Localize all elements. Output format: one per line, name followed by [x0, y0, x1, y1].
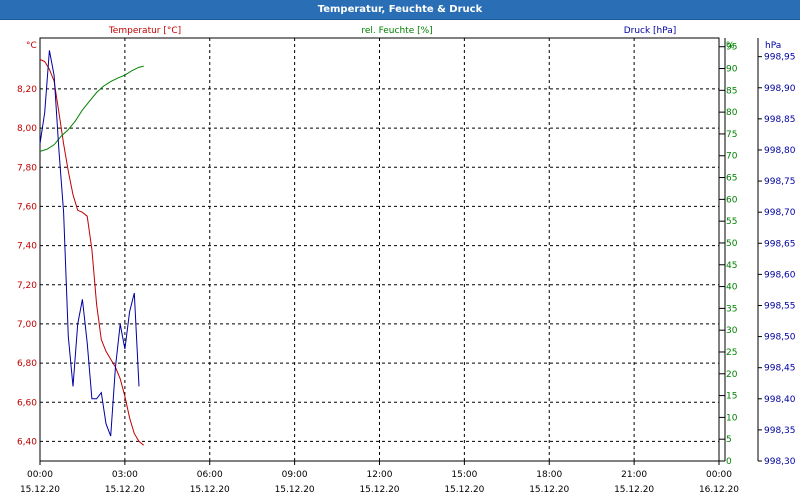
pressure-axis-label: Druck [hPa] [624, 26, 677, 36]
pressure-tick-label: 998,55 [764, 301, 796, 311]
humidity-tick-label: 30 [726, 326, 738, 336]
x-tick-label-date: 15.12.20 [20, 485, 60, 495]
x-tick-label-time: 00:00 [706, 470, 732, 480]
temperature-tick-label: 7,80 [17, 163, 37, 173]
humidity-tick-label: 85 [726, 86, 737, 96]
humidity-tick-label: 80 [726, 108, 738, 118]
line-chart: 00:00 15.12.20 03:00 15.12.20 06:00 15.12.20 0… [17, 26, 796, 495]
x-tick-label-date: 15.12.20 [275, 485, 315, 495]
temperature-tick-label: 7,20 [17, 281, 37, 291]
x-tick-label-time: 12:00 [367, 470, 393, 480]
humidity-tick-label: 0 [726, 457, 732, 467]
temperature-unit: °C [26, 41, 37, 51]
temperature-tick-label: 7,60 [17, 202, 37, 212]
x-tick-label-time: 06:00 [197, 470, 223, 480]
pressure-tick-label: 998,35 [764, 426, 796, 436]
x-tick-label-time: 03:00 [112, 470, 138, 480]
pressure-tick-label: 998,70 [764, 208, 796, 218]
x-tick-label-time: 00:00 [27, 470, 53, 480]
x-tick-label-date: 15.12.20 [529, 485, 569, 495]
x-tick-label-time: 15:00 [451, 470, 477, 480]
temperature-tick-label: 7,40 [17, 242, 37, 252]
temperature-tick-label: 6,80 [17, 359, 37, 369]
temperature-tick-label: 8,00 [17, 124, 37, 134]
humidity-tick-label: 75 [726, 130, 737, 140]
x-tick-label-time: 18:00 [536, 470, 562, 480]
humidity-tick-label: 15 [726, 392, 737, 402]
humidity-tick-label: 90 [726, 65, 738, 75]
pressure-tick-label: 998,65 [764, 239, 796, 249]
pressure-tick-label: 998,60 [764, 270, 796, 280]
humidity-tick-label: 70 [726, 152, 738, 162]
humidity-tick-label: 45 [726, 261, 737, 271]
temperature-axis-label: Temperatur [°C] [108, 26, 181, 36]
pressure-tick-label: 998,50 [764, 333, 796, 343]
x-tick-label-date: 15.12.20 [105, 485, 145, 495]
pressure-tick-label: 998,90 [764, 84, 796, 94]
x-tick-label-time: 21:00 [621, 470, 647, 480]
pressure-tick-label: 998,75 [764, 177, 796, 187]
humidity-axis-label: rel. Feuchte [%] [361, 26, 432, 36]
pressure-tick-label: 998,45 [764, 364, 796, 374]
humidity-tick-label: 5 [726, 435, 732, 445]
temperature-tick-label: 6,60 [17, 398, 37, 408]
pressure-tick-label: 998,95 [764, 53, 796, 63]
humidity-tick-label: 10 [726, 413, 738, 423]
humidity-tick-label: 40 [726, 283, 738, 293]
x-tick-label-time: 09:00 [282, 470, 308, 480]
pressure-tick-label: 998,40 [764, 395, 796, 405]
temperature-tick-label: 6,40 [17, 437, 37, 447]
x-tick-label-date: 15.12.20 [444, 485, 484, 495]
x-tick-label-date: 15.12.20 [190, 485, 230, 495]
temperature-tick-label: 7,00 [17, 320, 37, 330]
humidity-tick-label: 20 [726, 370, 738, 380]
pressure-unit: hPa [765, 41, 781, 51]
humidity-tick-label: 95 [726, 43, 737, 53]
pressure-tick-label: 998,80 [764, 146, 796, 156]
x-tick-label-date: 15.12.20 [359, 485, 399, 495]
chart-window: Temperatur, Feuchte & Druck 00:00 15.12.2… [0, 0, 800, 500]
humidity-tick-label: 25 [726, 348, 737, 358]
x-tick-label-date: 15.12.20 [614, 485, 654, 495]
humidity-tick-label: 60 [726, 195, 738, 205]
temperature-tick-label: 8,20 [17, 85, 37, 95]
pressure-tick-label: 998,30 [764, 457, 796, 467]
humidity-tick-label: 65 [726, 174, 737, 184]
humidity-tick-label: 55 [726, 217, 737, 227]
x-tick-label-date: 16.12.20 [699, 485, 739, 495]
humidity-tick-label: 35 [726, 304, 737, 314]
pressure-tick-label: 998,85 [764, 115, 796, 125]
humidity-tick-label: 50 [726, 239, 738, 249]
